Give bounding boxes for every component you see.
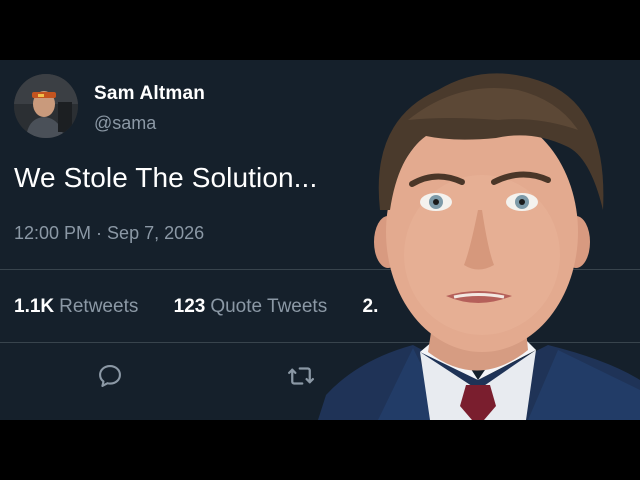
profile-avatar[interactable] — [14, 74, 78, 138]
stat-quote-tweets-label: Quote Tweets — [210, 296, 328, 317]
stat-retweets[interactable]: 1.1K Retweets — [14, 296, 138, 318]
stat-retweets-label: Retweets — [59, 296, 139, 317]
tweet-text: We Stole The Solution... — [14, 162, 318, 193]
avatar-photo-icon — [14, 74, 78, 138]
retweet-button[interactable] — [285, 360, 317, 392]
tweet-timestamp[interactable]: 12:00 PM · Sep 7, 2026 — [14, 223, 204, 244]
tweet-time: 12:00 PM — [14, 223, 92, 243]
retweet-icon — [288, 367, 314, 385]
display-name[interactable]: Sam Altman — [94, 83, 205, 105]
tweet-card: Sam Altman @sama We Stole The Solution..… — [0, 60, 640, 420]
letterbox-top — [0, 0, 640, 60]
tweet-date: Sep 7, 2026 — [107, 223, 205, 243]
person-photo — [318, 73, 640, 420]
reply-icon — [99, 365, 121, 387]
user-handle[interactable]: @sama — [94, 113, 156, 134]
letterbox-bottom — [0, 420, 640, 480]
reply-button[interactable] — [94, 360, 126, 392]
stat-quote-tweets-count: 123 — [173, 296, 206, 317]
stat-quote-tweets[interactable]: 123 Quote Tweets — [174, 296, 328, 318]
stat-retweets-count: 1.1K — [14, 296, 55, 317]
